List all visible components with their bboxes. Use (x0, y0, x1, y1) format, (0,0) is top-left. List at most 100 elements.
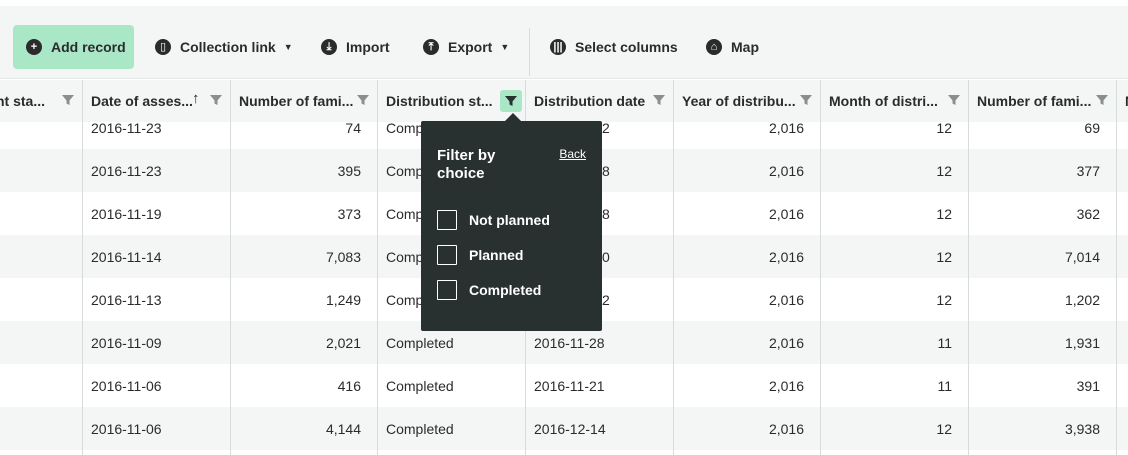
column-header-label: Date of asses... (91, 93, 193, 109)
filter-option-label: Planned (469, 247, 524, 263)
table-row[interactable]: 2016-11-06 416 Completed 2016-11-21 2,01… (0, 364, 1128, 407)
filter-icon[interactable] (62, 93, 74, 105)
caret-down-icon: ▼ (283, 42, 293, 52)
sort-ascending-icon[interactable]: ↑ (192, 90, 200, 107)
filter-option-label: Not planned (469, 212, 550, 228)
add-record-button[interactable]: + Add record (13, 25, 134, 69)
filter-option-planned[interactable]: Planned (437, 244, 523, 266)
cell-month-of-distribution: 12 (936, 248, 952, 265)
select-columns-button[interactable]: ||| Select columns (550, 25, 678, 69)
cell-date-of-assessment: 2016-11-23 (91, 162, 162, 179)
cell-number-of-families-2: 1,931 (1064, 334, 1100, 351)
filter-option-label: Completed (469, 282, 542, 298)
cell-month-of-distribution: 12 (936, 120, 952, 136)
column-divider[interactable] (673, 80, 674, 455)
import-icon: ⤓ (321, 39, 337, 55)
cell-number-of-families: 395 (337, 162, 361, 179)
cell-distribution-date: 8 (602, 205, 610, 222)
plus-circle-icon: + (26, 39, 42, 55)
column-divider[interactable] (820, 80, 821, 455)
cell-number-of-families-2: 3,938 (1064, 420, 1100, 437)
column-header[interactable]: Distribution date (525, 80, 673, 122)
cell-distribution-date: 0 (602, 248, 610, 265)
column-header[interactable]: Number of fami... (968, 80, 1116, 122)
filter-option-completed[interactable]: Completed (437, 279, 541, 301)
cell-distribution-date: 2 (602, 291, 610, 308)
collection-link-button[interactable]: ▯ Collection link ▼ (155, 25, 293, 69)
column-header[interactable]: Year of distribu... (673, 80, 820, 122)
export-button[interactable]: ⤒ Export ▼ (423, 25, 509, 69)
map-label: Map (731, 39, 759, 55)
column-header[interactable]: N (1116, 80, 1128, 122)
cell-distribution-status: Completed (386, 377, 454, 394)
cell-month-of-distribution: 12 (936, 291, 952, 308)
collection-link-label: Collection link (180, 39, 276, 55)
filter-icon[interactable] (800, 93, 812, 105)
map-icon: ⌂ (706, 39, 722, 55)
checkbox[interactable] (437, 210, 457, 230)
import-label: Import (346, 39, 390, 55)
cell-month-of-distribution: 12 (936, 420, 952, 437)
column-header-label: Number of fami... (239, 93, 354, 109)
cell-number-of-families: 4,144 (325, 420, 361, 437)
cell-year-of-distribution: 2,016 (768, 377, 804, 394)
cell-year-of-distribution: 2,016 (768, 205, 804, 222)
cell-date-of-assessment: 2016-11-19 (91, 205, 162, 222)
cell-number-of-families: 416 (337, 377, 361, 394)
column-divider[interactable] (230, 80, 231, 455)
map-button[interactable]: ⌂ Map (706, 25, 759, 69)
import-button[interactable]: ⤓ Import (321, 25, 390, 69)
filter-popover-title: Filter by choice (437, 147, 496, 182)
cell-number-of-families: 373 (337, 205, 361, 222)
filter-icon[interactable] (210, 93, 222, 105)
back-link[interactable]: Back (559, 147, 586, 161)
toolbar-divider (529, 28, 530, 76)
export-icon: ⤒ (423, 39, 439, 55)
select-columns-label: Select columns (575, 39, 678, 55)
column-header[interactable]: Month of distri... (820, 80, 968, 122)
column-divider[interactable] (968, 80, 969, 455)
column-header[interactable]: Number of fami... (230, 80, 377, 122)
clipboard-icon: ▯ (155, 39, 171, 55)
toolbar: + Add record ▯ Collection link ▼ ⤓ Impor… (0, 6, 1128, 79)
cell-month-of-distribution: 12 (936, 205, 952, 222)
cell-number-of-families-2: 69 (1084, 120, 1100, 136)
column-divider[interactable] (377, 80, 378, 455)
cell-date-of-assessment: 2016-11-09 (91, 334, 162, 351)
cell-distribution-date: 2016-11-21 (534, 377, 605, 394)
caret-down-icon: ▼ (500, 42, 510, 52)
checkbox[interactable] (437, 280, 457, 300)
cell-year-of-distribution: 2,016 (768, 291, 804, 308)
filter-option-not-planned[interactable]: Not planned (437, 209, 550, 231)
cell-month-of-distribution: 11 (937, 377, 952, 394)
cell-distribution-date: 2 (602, 120, 610, 136)
column-header[interactable]: Distribution st... (377, 80, 525, 122)
column-header[interactable]: Date of asses... ↑ (82, 80, 230, 122)
cell-number-of-families-2: 7,014 (1064, 248, 1100, 265)
column-header-label: Distribution st... (386, 93, 493, 109)
table-row[interactable]: 2016-11-06 4,144 Completed 2016-12-14 2,… (0, 407, 1128, 450)
filter-icon[interactable] (948, 93, 960, 105)
column-header-label: Number of fami... (977, 93, 1092, 109)
cell-year-of-distribution: 2,016 (768, 334, 804, 351)
cell-number-of-families: 7,083 (325, 248, 361, 265)
cell-year-of-distribution: 2,016 (768, 162, 804, 179)
filter-icon[interactable] (653, 93, 665, 105)
filter-icon[interactable] (1096, 93, 1108, 105)
cell-distribution-date: 2016-12-14 (534, 420, 606, 437)
filter-icon[interactable] (357, 93, 369, 105)
cell-date-of-assessment: 2016-11-13 (91, 291, 162, 308)
cell-number-of-families: 74 (345, 120, 361, 136)
column-divider[interactable] (82, 80, 83, 455)
filter-active-icon[interactable] (500, 90, 522, 112)
column-header-label: Year of distribu... (682, 93, 796, 109)
column-divider[interactable] (1116, 80, 1117, 455)
cell-month-of-distribution: 12 (936, 162, 952, 179)
columns-icon: ||| (550, 39, 566, 55)
checkbox[interactable] (437, 245, 457, 265)
cell-month-of-distribution: 11 (937, 334, 952, 351)
column-header[interactable]: nt sta... (0, 80, 82, 122)
cell-date-of-assessment: 2016-11-14 (91, 248, 162, 265)
add-record-label: Add record (51, 39, 126, 55)
cell-number-of-families-2: 1,202 (1064, 291, 1100, 308)
